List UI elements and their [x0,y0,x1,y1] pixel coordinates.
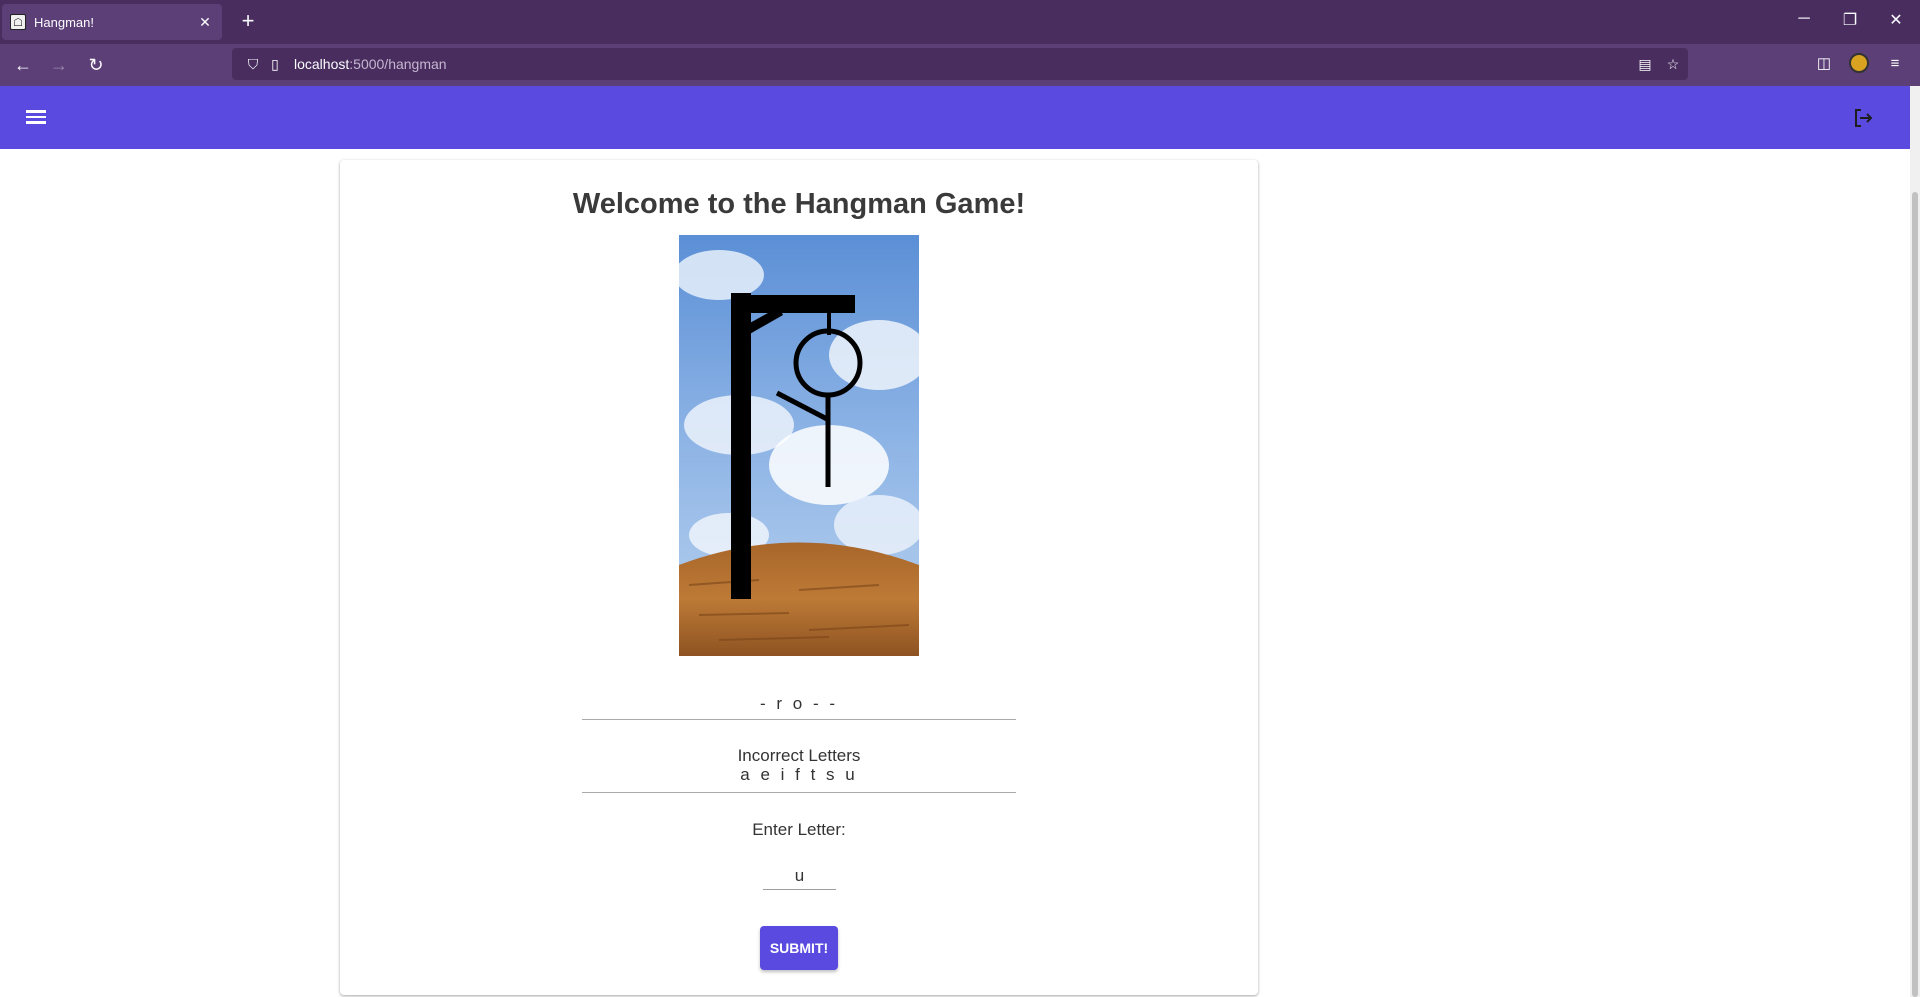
word-pattern: - r o - - [582,688,1016,720]
shield-icon[interactable]: ⛉ [244,55,262,73]
window-close-button[interactable]: ✕ [1884,10,1908,30]
restore-button[interactable]: ❐ [1838,10,1862,30]
incorrect-letters-label: Incorrect Letters [737,746,861,765]
pocket-icon[interactable]: ◫ [1813,53,1835,75]
minimize-button[interactable]: ─ [1792,10,1816,28]
app-bar [0,86,1910,149]
hangman-image [674,235,929,656]
back-button[interactable]: ← [11,53,35,77]
reader-view-icon[interactable]: ▤ [1636,55,1654,73]
scrollbar-thumb[interactable] [1912,192,1918,997]
page-icon[interactable]: ▯ [266,55,284,73]
hangman-card: Welcome to the Hangman Game! - r o - - I… [340,160,1258,995]
hangman-favicon-icon: ☖ [10,14,26,30]
hamburger-icon[interactable] [24,107,48,129]
letter-input[interactable] [763,862,836,890]
submit-button[interactable]: SUBMIT! [760,926,838,970]
forward-button[interactable]: → [47,53,71,77]
incorrect-letters-block: Incorrect Letters a e i f t s u [582,746,1016,793]
new-tab-button[interactable]: + [236,10,260,34]
url-text[interactable]: localhost:5000/hangman [294,56,447,72]
reload-button[interactable]: ↻ [84,53,108,77]
enter-letter-label: Enter Letter: [752,820,846,839]
extension-icon[interactable] [1849,53,1869,73]
tab-title: Hangman! [34,14,94,30]
bookmark-star-icon[interactable]: ☆ [1664,55,1682,73]
browser-tab[interactable]: ☖ Hangman! ✕ [2,4,222,40]
url-bar[interactable]: ⛉ ▯ localhost:5000/hangman ▤ ☆ [232,48,1688,80]
incorrect-letters-value: a e i f t s u [740,765,858,784]
browser-tab-bar: ☖ Hangman! ✕ + ─ ❐ ✕ [0,0,1920,44]
tab-close-icon[interactable]: ✕ [196,13,214,31]
url-path: :5000/hangman [349,56,447,72]
app-menu-icon[interactable]: ≡ [1884,53,1906,75]
page-title: Welcome to the Hangman Game! [572,188,1026,220]
logout-icon[interactable] [1851,106,1875,130]
url-host: localhost [294,56,350,72]
